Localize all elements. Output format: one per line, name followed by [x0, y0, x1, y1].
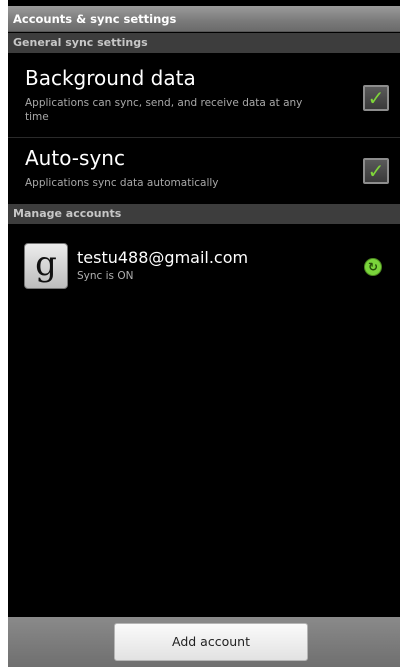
section-header-manage-accounts: Manage accounts — [8, 204, 400, 224]
google-account-icon: g — [24, 243, 68, 289]
screen: Accounts & sync settings General sync se… — [8, 0, 400, 667]
background-data-summary-line1: Applications can sync, send, and receive… — [25, 97, 303, 109]
bottom-bar: Add account — [8, 617, 400, 667]
auto-sync-title: Auto-sync — [25, 146, 125, 170]
background-data-summary-line2: time — [25, 111, 49, 123]
auto-sync-checkbox[interactable]: ✓ — [363, 158, 389, 184]
auto-sync-row[interactable]: Auto-sync Applications sync data automat… — [8, 138, 400, 202]
account-sync-status: Sync is ON — [77, 270, 134, 282]
background-data-title: Background data — [25, 66, 196, 90]
add-account-button[interactable]: Add account — [114, 623, 308, 661]
section-header-general: General sync settings — [8, 33, 400, 53]
sync-on-icon: ↻ — [364, 258, 382, 276]
window-title: Accounts & sync settings — [8, 6, 400, 32]
account-email: testu488@gmail.com — [77, 248, 249, 267]
auto-sync-summary: Applications sync data automatically — [25, 177, 219, 189]
background-data-checkbox[interactable]: ✓ — [363, 85, 389, 111]
background-data-row[interactable]: Background data Applications can sync, s… — [8, 54, 400, 136]
